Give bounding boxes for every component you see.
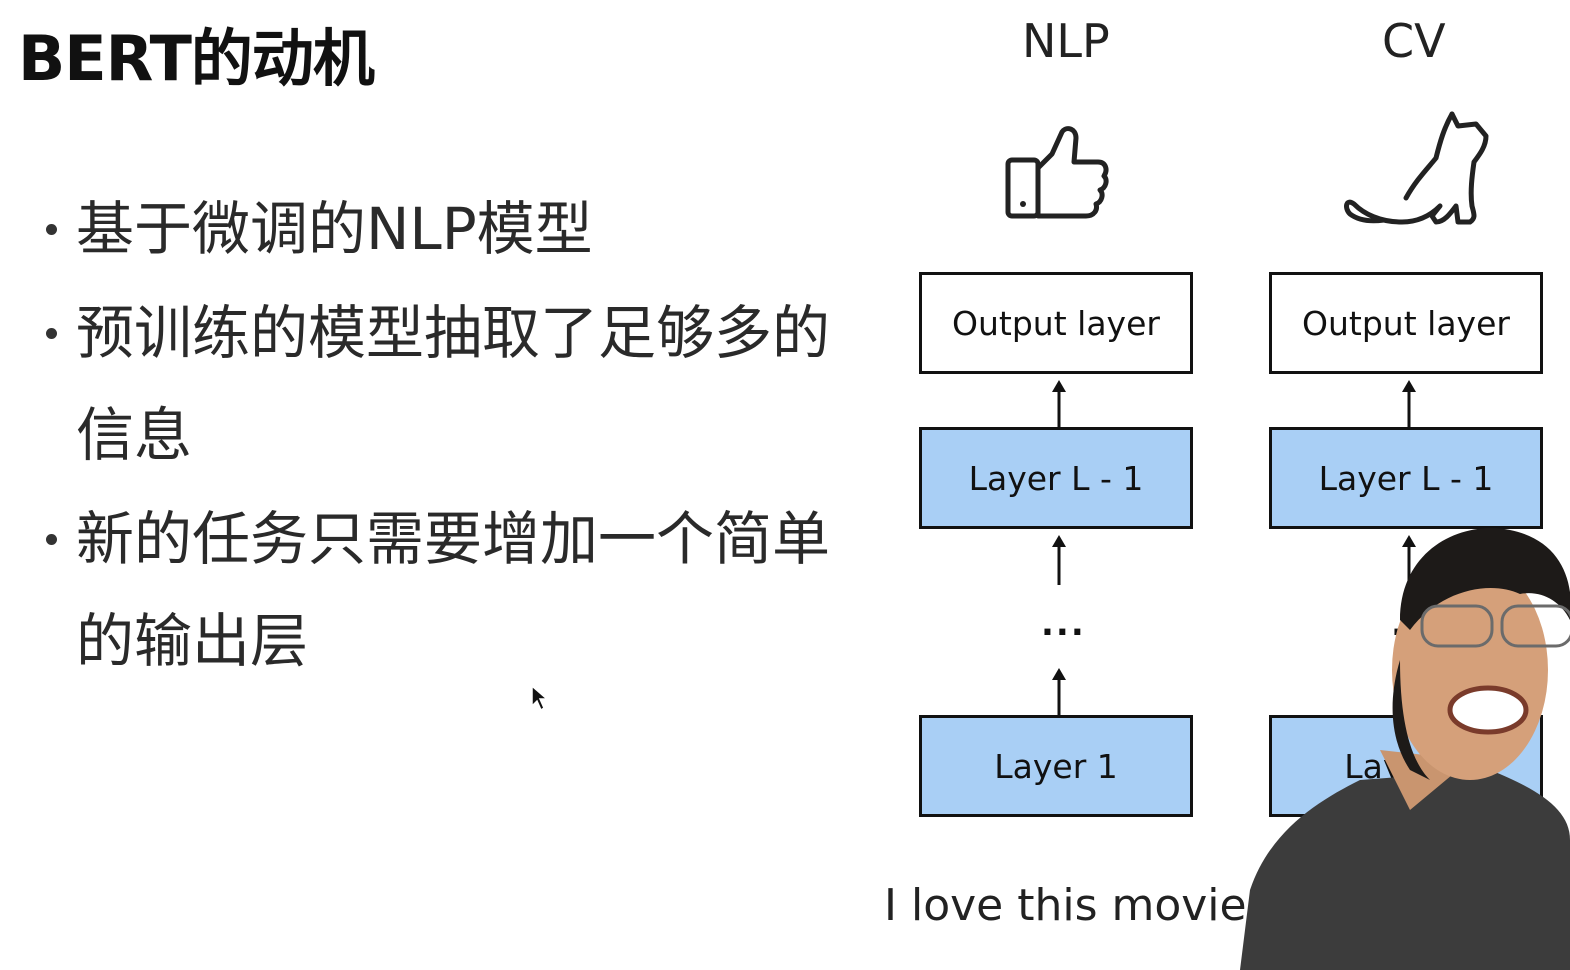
slide: BERT的动机 基于微调的NLP模型 预训练的模型抽取了足够多的信息 新的任务只…: [0, 0, 1570, 970]
nlp-layer-l-minus-1: Layer L - 1: [919, 427, 1193, 529]
bullet-item: 基于微调的NLP模型: [40, 178, 830, 280]
nlp-input-caption: I love this movie: [884, 880, 1247, 931]
nlp-output-layer: Output layer: [919, 272, 1193, 374]
bullet-text: 新的任务只需要增加一个简单的输出层: [76, 505, 831, 675]
nlp-output-layer-label: Output layer: [952, 303, 1160, 343]
cat-icon: [1344, 111, 1489, 225]
bullet-dot: [46, 224, 57, 235]
thumbs-up-icon: [1005, 126, 1109, 219]
slide-title: BERT的动机: [18, 22, 375, 95]
nlp-layer-1-label: Layer 1: [994, 746, 1118, 786]
cv-arrow-top: [1402, 380, 1416, 428]
bullet-item: 预训练的模型抽取了足够多的信息: [40, 282, 830, 486]
nlp-arrow-bottom: [1052, 668, 1066, 716]
nlp-ellipsis: ...: [1041, 604, 1086, 644]
nlp-layer-1: Layer 1: [919, 715, 1193, 817]
bullet-dot: [46, 534, 57, 545]
cv-output-layer: Output layer: [1269, 272, 1543, 374]
nlp-layer-l-minus-1-label: Layer L - 1: [968, 458, 1144, 498]
bullet-item: 新的任务只需要增加一个简单的输出层: [40, 488, 830, 692]
bullet-text: 预训练的模型抽取了足够多的信息: [76, 299, 831, 469]
nlp-arrow-middle: [1052, 535, 1066, 585]
cv-column-heading: CV: [1382, 14, 1446, 68]
bullet-dot: [46, 328, 57, 339]
cv-layer-l-minus-1-label: Layer L - 1: [1318, 458, 1494, 498]
mouse-cursor-icon: [531, 684, 550, 712]
bullet-list: 基于微调的NLP模型 预训练的模型抽取了足够多的信息 新的任务只需要增加一个简单…: [40, 178, 830, 694]
cv-output-layer-label: Output layer: [1302, 303, 1510, 343]
nlp-column-heading: NLP: [1022, 14, 1110, 68]
bullet-text: 基于微调的NLP模型: [76, 195, 593, 263]
presenter-video-overlay: [1240, 528, 1570, 970]
nlp-arrow-top: [1052, 380, 1066, 428]
